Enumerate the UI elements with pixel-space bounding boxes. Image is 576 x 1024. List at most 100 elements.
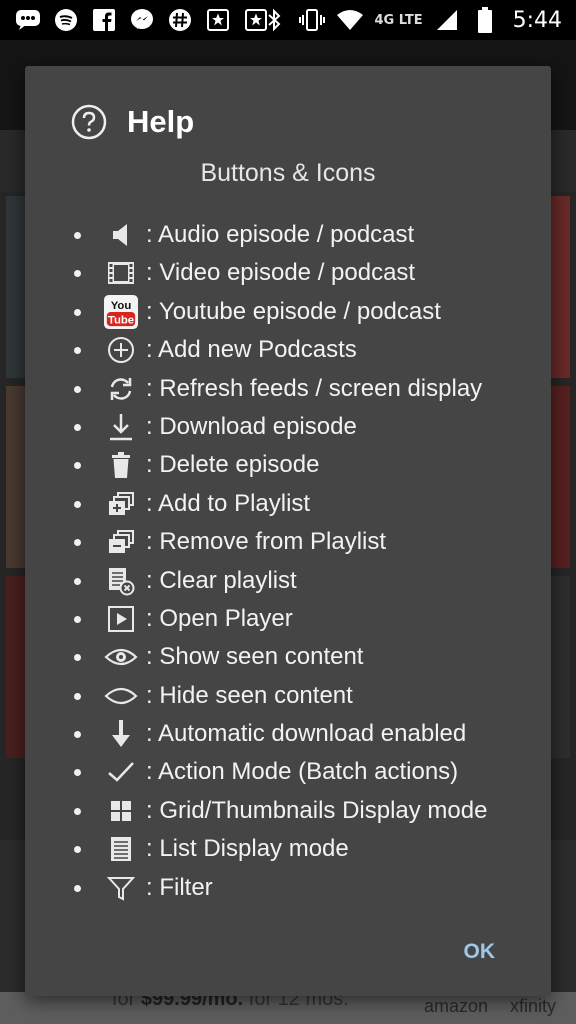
list-item: : Add to Playlist <box>25 485 551 523</box>
bullet <box>74 308 81 316</box>
list-item: : Clear playlist <box>25 562 551 600</box>
facebook-icon <box>90 6 118 34</box>
list-item: : Action Mode (Batch actions) <box>25 753 551 791</box>
list-item: : List Display mode <box>25 830 551 868</box>
legend-label: : Add new Podcasts <box>146 336 357 364</box>
bullet <box>74 846 81 854</box>
list-item: : Video episode / podcast <box>25 254 551 292</box>
icon-legend-list: : Audio episode / podcast : Video episod… <box>25 216 551 907</box>
checkmark-icon <box>104 755 138 789</box>
legend-label: : Hide seen content <box>146 681 353 709</box>
legend-label: : Video episode / podcast <box>146 259 416 287</box>
legend-label: : Grid/Thumbnails Display mode <box>146 796 488 824</box>
list-item: : Filter <box>25 869 551 907</box>
help-dialog: Help Buttons & Icons : Audio episode / p… <box>25 66 551 996</box>
bullet <box>74 731 81 739</box>
legend-label: : Add to Playlist <box>146 489 311 517</box>
bullet <box>74 385 81 393</box>
ok-button[interactable]: OK <box>464 940 496 964</box>
vibrate-icon <box>298 6 326 34</box>
svg-text:Tube: Tube <box>108 314 134 326</box>
bullet <box>74 270 81 278</box>
legend-label: : Remove from Playlist <box>146 528 387 556</box>
film-icon <box>104 256 138 290</box>
ad-brand-xfinity: xfinity <box>509 996 556 1016</box>
bullet <box>74 807 81 815</box>
refresh-icon <box>104 372 138 406</box>
messages-icon <box>14 6 42 34</box>
list-item: : Hide seen content <box>25 677 551 715</box>
bullet <box>74 462 81 470</box>
clear-playlist-icon <box>104 564 138 598</box>
list-item: : Show seen content <box>25 638 551 676</box>
system-icons: 4G LTE 5:44 <box>260 6 562 34</box>
list-item: : Automatic download enabled <box>25 715 551 753</box>
filter-icon <box>104 871 138 905</box>
messenger-icon <box>128 6 156 34</box>
bullet <box>74 577 81 585</box>
podcast-tile <box>548 196 570 378</box>
network-type: 4G LTE <box>374 12 423 28</box>
list-item: You Tube : Youtube episode / podcast <box>25 293 551 331</box>
bullet <box>74 692 81 700</box>
legend-label: : Clear playlist <box>146 566 297 594</box>
download-icon <box>104 410 138 444</box>
playlist-remove-icon <box>104 525 138 559</box>
spotify-icon <box>52 6 80 34</box>
bullet <box>74 654 81 662</box>
grid-icon <box>104 794 138 828</box>
bullet <box>74 500 81 508</box>
list-item: : Grid/Thumbnails Display mode <box>25 792 551 830</box>
list-item: : Audio episode / podcast <box>25 216 551 254</box>
play-box-icon <box>104 602 138 636</box>
legend-label: : Download episode <box>146 412 357 440</box>
auto-download-icon <box>104 717 138 751</box>
legend-label: : Refresh feeds / screen display <box>146 374 483 402</box>
bullet <box>74 347 81 355</box>
list-item: : Open Player <box>25 600 551 638</box>
dialog-header: Help <box>71 104 194 140</box>
bullet <box>74 769 81 777</box>
legend-label: : Youtube episode / podcast <box>146 297 441 325</box>
battery-icon <box>471 6 499 34</box>
clock: 5:44 <box>512 7 562 33</box>
legend-label: : Filter <box>146 873 213 901</box>
ad-brands: amazon xfinity <box>424 996 556 1017</box>
signal-icon <box>433 6 461 34</box>
list-icon <box>104 832 138 866</box>
legend-label: : Open Player <box>146 604 293 632</box>
wifi-icon <box>336 6 364 34</box>
legend-label: : Action Mode (Batch actions) <box>146 758 459 786</box>
legend-label: : Audio episode / podcast <box>146 221 415 248</box>
bullet <box>74 884 81 892</box>
podcast-tile <box>548 576 570 758</box>
notification-icons <box>14 6 270 34</box>
playlist-add-icon <box>104 487 138 521</box>
slack-icon <box>166 6 194 34</box>
help-circle-icon <box>71 104 107 140</box>
status-bar: 4G LTE 5:44 <box>0 0 576 40</box>
list-item: : Add new Podcasts <box>25 331 551 369</box>
bullet <box>74 232 81 239</box>
bookmark-star-icon <box>204 6 232 34</box>
svg-text:You: You <box>111 300 132 312</box>
bullet <box>74 539 81 547</box>
list-item: : Refresh feeds / screen display <box>25 370 551 408</box>
legend-label: : Delete episode <box>146 451 320 479</box>
legend-label: : Automatic download enabled <box>146 720 467 748</box>
eye-icon <box>104 640 138 674</box>
podcast-tile <box>548 386 570 568</box>
list-item: : Download episode <box>25 408 551 446</box>
add-circle-icon <box>104 333 138 367</box>
speaker-icon <box>104 218 138 252</box>
legend-label: : Show seen content <box>146 643 364 671</box>
eye-closed-icon <box>104 679 138 713</box>
ad-brand-amazon: amazon <box>423 996 488 1016</box>
bullet <box>74 423 81 431</box>
legend-label: : List Display mode <box>146 835 349 863</box>
bluetooth-icon <box>260 6 288 34</box>
bullet <box>74 615 81 623</box>
dialog-subtitle: Buttons & Icons <box>200 159 376 187</box>
youtube-icon: You Tube <box>104 294 138 329</box>
list-item: : Delete episode <box>25 446 551 484</box>
